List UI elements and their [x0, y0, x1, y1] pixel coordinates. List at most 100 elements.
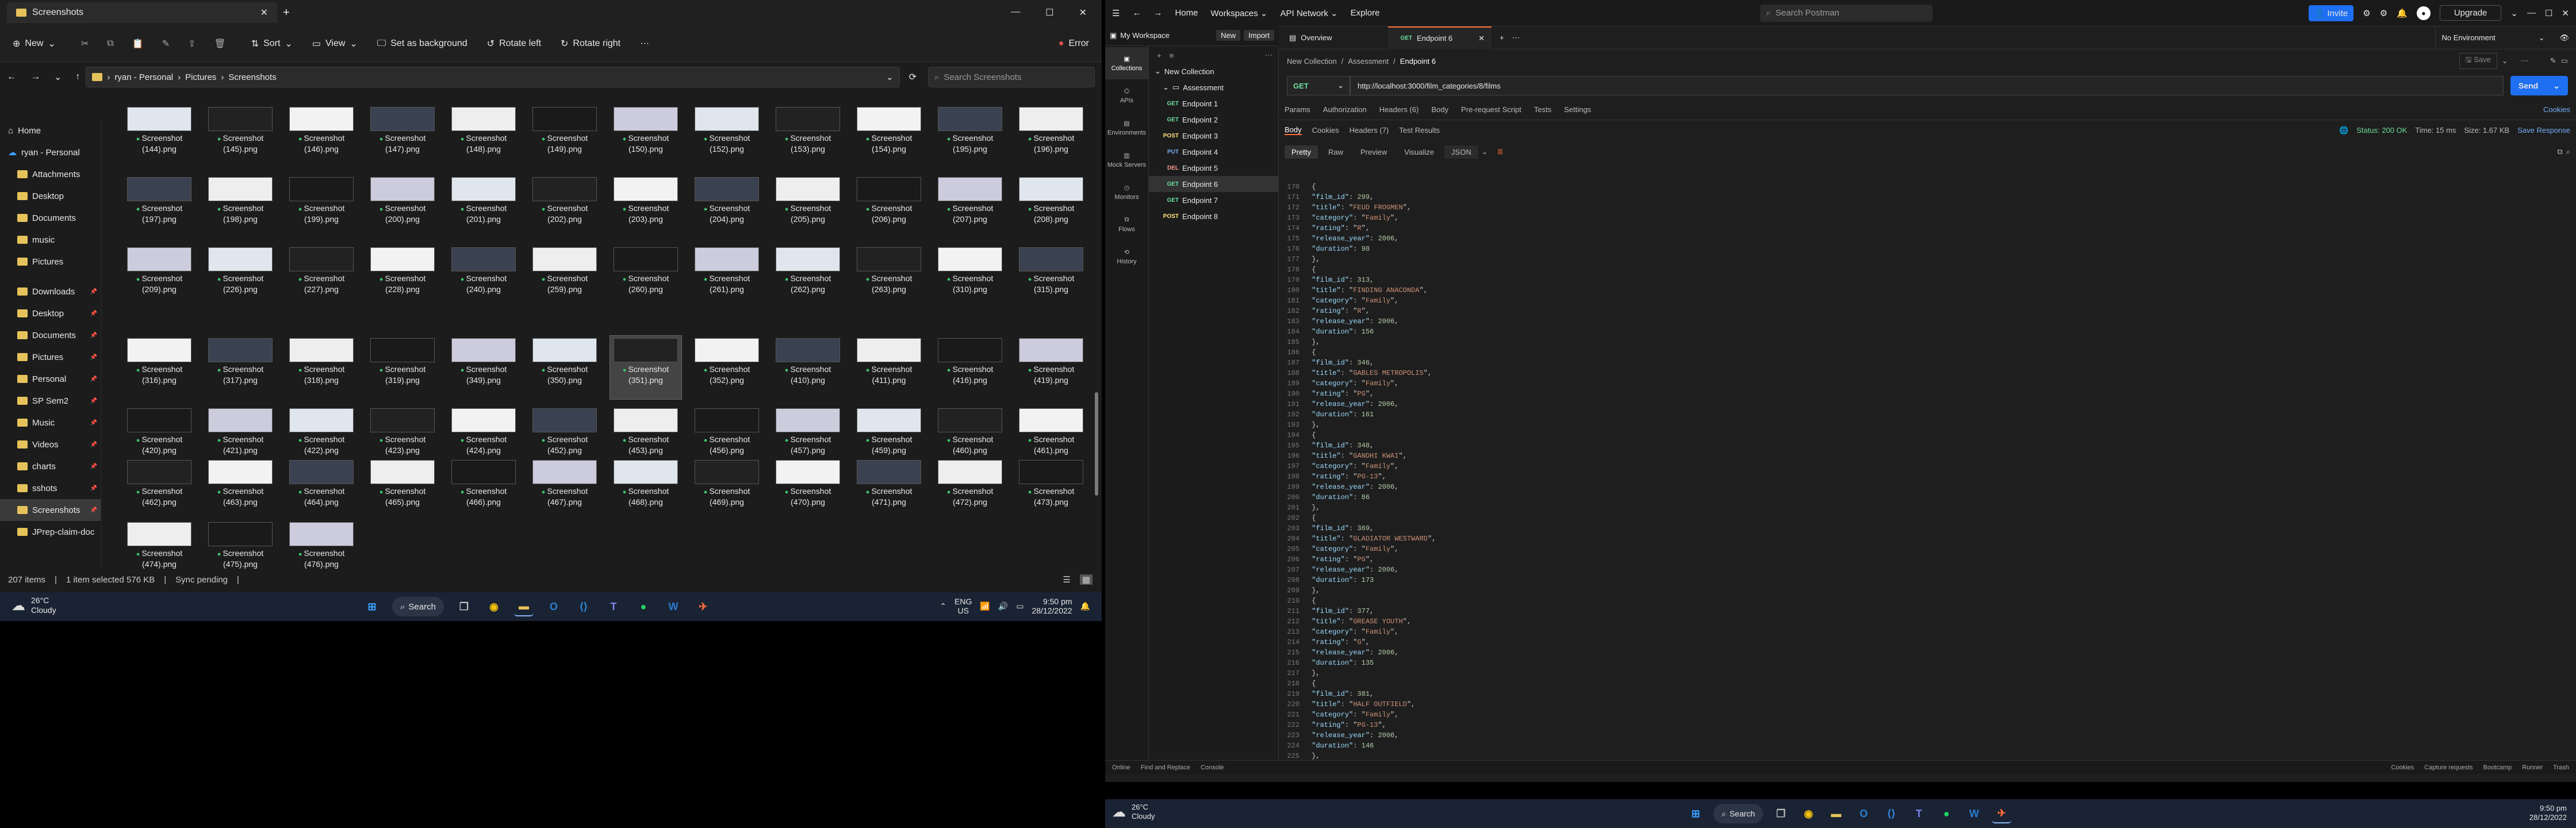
back-icon[interactable]: ← [7, 72, 16, 82]
nav-item[interactable]: Desktop 📌 [0, 302, 101, 324]
settings-icon[interactable]: ⚙ [2380, 8, 2387, 18]
thumbnail-view-icon[interactable]: ▦ [1079, 574, 1092, 585]
footer-item[interactable]: Bootcamp [2483, 764, 2512, 771]
file-tile[interactable]: ● Screenshot (260).png [610, 245, 681, 308]
environment-quicklook-icon[interactable]: 👁 [2552, 33, 2576, 43]
paste-icon[interactable]: 📋 [132, 38, 144, 49]
address-bar[interactable]: › ryan - Personal › Pictures › Screensho… [86, 67, 900, 87]
maximize-icon[interactable]: ☐ [2545, 8, 2552, 18]
close-tab-icon[interactable]: ✕ [1478, 34, 1485, 43]
nav-workspaces[interactable]: Workspaces ⌄ [1210, 8, 1267, 18]
new-button[interactable]: New [1216, 30, 1241, 41]
copy-icon[interactable]: ⧉ [107, 39, 113, 49]
file-tile[interactable]: ● Screenshot (259).png [529, 245, 600, 308]
file-tile[interactable]: ● Screenshot (209).png [124, 245, 195, 308]
details-view-icon[interactable]: ☰ [1063, 574, 1070, 585]
word-icon[interactable]: W [1964, 804, 1984, 823]
task-view-icon[interactable]: ❐ [454, 597, 474, 616]
file-tile[interactable]: ● Screenshot (315).png [1015, 245, 1084, 308]
file-tile[interactable]: ● Screenshot (416).png [934, 336, 1006, 399]
file-tile[interactable]: ● Screenshot (202).png [529, 175, 600, 238]
nav-item[interactable]: Downloads 📌 [0, 281, 101, 302]
footer-item[interactable]: Capture requests [2424, 764, 2472, 771]
request-tab[interactable]: Headers (6) [1379, 105, 1419, 114]
sidebar-environments[interactable]: ▤ Environments [1105, 112, 1148, 144]
new-tab-icon[interactable]: + [1494, 33, 1510, 42]
rotate-left-button[interactable]: ↺ Rotate left [481, 33, 547, 54]
endpoint-item[interactable]: DEL Endpoint 5 [1149, 160, 1278, 176]
close-icon[interactable]: ✕ [1079, 7, 1087, 18]
file-tile[interactable]: ● Screenshot (227).png [286, 245, 357, 308]
teams-icon[interactable]: T [1909, 804, 1929, 823]
file-tile[interactable]: ● Screenshot (197).png [124, 175, 195, 238]
nav-item[interactable]: Documents 📌 [0, 324, 101, 346]
new-button[interactable]: ⊕ New ⌄ [7, 33, 62, 54]
cookies-link[interactable]: Cookies [2543, 105, 2570, 114]
search-input[interactable]: ⌕ Search Screenshots [928, 67, 1095, 87]
file-tile[interactable]: ● Screenshot (352).png [691, 336, 762, 399]
format-select[interactable]: JSON [1444, 145, 1478, 159]
file-tile[interactable]: ● Screenshot (204).png [691, 175, 762, 238]
file-tile[interactable]: ● Screenshot (462).png [124, 458, 195, 521]
file-tile[interactable]: ● Screenshot (473).png [1015, 458, 1084, 521]
request-tab[interactable]: Tests [1534, 105, 1551, 114]
scrollbar-thumb[interactable] [1095, 392, 1098, 496]
folder-assessment[interactable]: ⌄ ▭ Assessment [1149, 79, 1278, 95]
file-tile[interactable]: ● Screenshot (316).png [124, 336, 195, 399]
response-tab[interactable]: Test Results [1399, 126, 1440, 135]
sidebar-monitors[interactable]: ◷ Monitors [1105, 176, 1148, 208]
file-tile[interactable]: ● Screenshot (411).png [853, 336, 925, 399]
footer-item[interactable]: Online [1112, 764, 1130, 771]
file-tile[interactable]: ● Screenshot (198).png [205, 175, 276, 238]
file-tile[interactable]: ● Screenshot (144).png [124, 105, 195, 168]
file-tile[interactable]: ● Screenshot (472).png [934, 458, 1006, 521]
footer-item[interactable]: Runner [2522, 764, 2543, 771]
clock[interactable]: 9:50 pm 28/12/2022 [2529, 804, 2567, 822]
maximize-icon[interactable]: ☐ [1045, 7, 1053, 18]
nav-api-network[interactable]: API Network ⌄ [1280, 8, 1337, 18]
filter-icon[interactable]: ≡ [1170, 51, 1174, 60]
request-tab[interactable]: Authorization [1323, 105, 1367, 114]
wrap-lines-icon[interactable]: ≣ [1497, 147, 1504, 156]
cut-icon[interactable]: ✂ [81, 38, 89, 49]
nav-item[interactable]: Pictures 📌 [0, 346, 101, 368]
crumb-request[interactable]: Endpoint 6 [1400, 57, 1436, 66]
file-tile[interactable]: ● Screenshot (470).png [772, 458, 844, 521]
file-tile[interactable]: ● Screenshot (419).png [1015, 336, 1084, 399]
request-tab[interactable]: Settings [1564, 105, 1591, 114]
file-tile[interactable]: ● Screenshot (349).png [448, 336, 519, 399]
view-button[interactable]: ▭ View ⌄ [306, 33, 363, 54]
footer-item[interactable]: Cookies [2391, 764, 2414, 771]
footer-item[interactable]: Console [1201, 764, 1224, 771]
weather-widget[interactable]: ☁ 26°C Cloudy [12, 596, 56, 615]
endpoint-item[interactable]: PUT Endpoint 4 [1149, 144, 1278, 160]
view-tab[interactable]: Pretty [1285, 145, 1318, 159]
file-tile[interactable]: ● Screenshot (145).png [205, 105, 276, 168]
avatar[interactable]: ● [2416, 6, 2431, 20]
clock[interactable]: 9:50 pm 28/12/2022 [1032, 597, 1072, 615]
start-icon[interactable]: ⊞ [362, 597, 382, 616]
nav-item[interactable]: Pictures [0, 251, 101, 273]
file-tile[interactable]: ● Screenshot (474).png [124, 520, 195, 570]
collection-root[interactable]: ⌄ New Collection [1149, 63, 1278, 79]
response-body[interactable]: 170 {171 "film_id": 299, 172 "title": "FE… [1279, 182, 2544, 762]
spotify-icon[interactable]: ● [634, 597, 653, 616]
method-select[interactable]: GET ⌄ [1287, 76, 1350, 95]
file-tile[interactable]: ● Screenshot (467).png [529, 458, 600, 521]
file-explorer-icon[interactable]: ▬ [1826, 804, 1846, 823]
comment-icon[interactable]: ▭ [2561, 56, 2568, 66]
weather-widget[interactable]: ☁ 26°C Cloudy [1112, 803, 1155, 821]
delete-icon[interactable]: 🗑 [214, 38, 225, 49]
url-input[interactable]: http://localhost:3000/film_categories/8/… [1350, 76, 2504, 95]
workspace-name[interactable]: My Workspace [1120, 31, 1170, 40]
chrome-icon[interactable]: ◉ [484, 597, 504, 616]
file-explorer-icon[interactable]: ▬ [513, 597, 534, 616]
file-tile[interactable]: ● Screenshot (351).png [610, 335, 682, 400]
minimize-icon[interactable]: — [2527, 8, 2536, 18]
sidebar-history[interactable]: ⟲ History [1105, 240, 1148, 273]
menu-icon[interactable]: ☰ [1112, 8, 1120, 18]
file-tile[interactable]: ● Screenshot (201).png [448, 175, 519, 238]
nav-item[interactable]: charts 📌 [0, 455, 101, 477]
endpoint-item[interactable]: POST Endpoint 8 [1149, 208, 1278, 224]
file-tile[interactable]: ● Screenshot (410).png [772, 336, 844, 399]
